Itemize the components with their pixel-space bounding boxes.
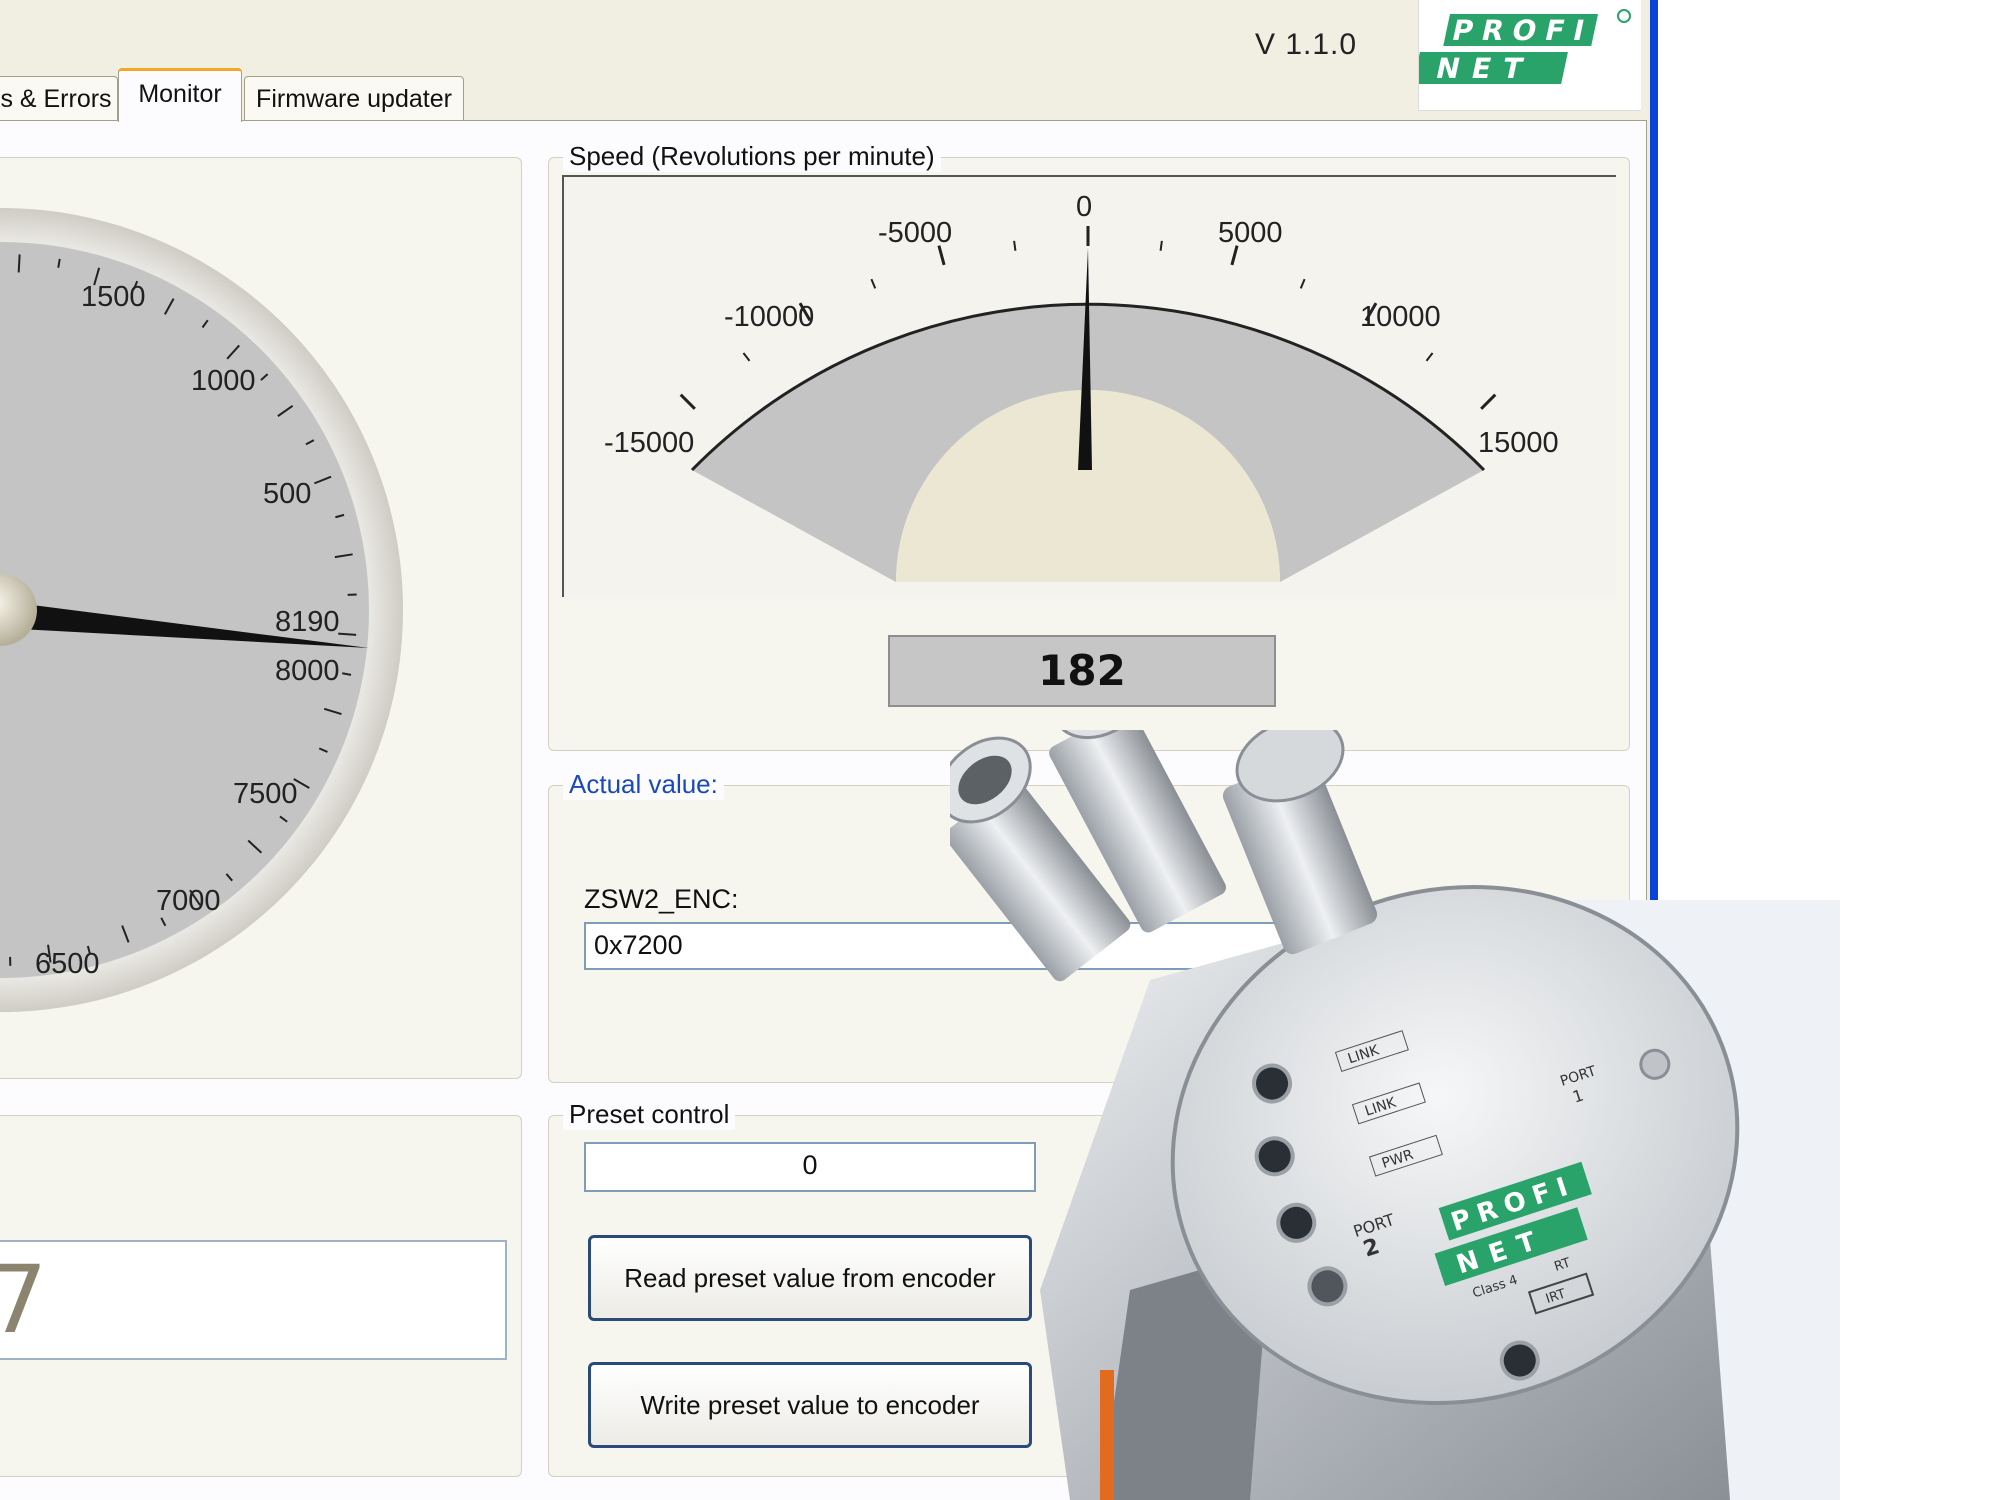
speed-tick-label-minus-10000: -10000 — [724, 301, 814, 333]
speed-gauge-tick — [679, 393, 696, 410]
preset-control-title: Preset control — [563, 1099, 736, 1130]
position-readout-value: 07 — [0, 1246, 48, 1355]
speed-tick-label-minus-5000: -5000 — [878, 217, 952, 249]
zsw2-enc-label: ZSW2_ENC: — [584, 884, 739, 914]
speed-gauge-tick — [1480, 393, 1497, 410]
tab-monitor[interactable]: Monitor — [118, 68, 242, 122]
speed-tick-label-minus-15000: -15000 — [604, 427, 694, 459]
speed-tick-label-10000: 10000 — [1360, 301, 1441, 333]
speed-gauge-tick — [1299, 278, 1306, 289]
speed-tick-label-5000: 5000 — [1218, 217, 1283, 249]
position-tick-label-7500: 7500 — [233, 778, 298, 810]
speed-value-display: 182 — [888, 635, 1276, 707]
position-tick-label-7000: 7000 — [156, 885, 221, 917]
speed-tick-label-15000: 15000 — [1478, 427, 1559, 459]
speed-gauge-tick — [1159, 240, 1163, 251]
encoder-device-photo: LINK LINK PWR PORT 2 PORT 1 PROFI NET Cl… — [950, 730, 1840, 1500]
speed-gauge-tick — [742, 352, 751, 362]
speed-gauge: -15000 -10000 -5000 0 5000 10000 15000 — [604, 191, 1559, 582]
speed-gauge-tick — [1425, 352, 1434, 362]
position-readout-field: 07 — [0, 1240, 507, 1360]
speed-tick-label-0: 0 — [1076, 191, 1092, 223]
actual-value-title: Actual value: — [563, 769, 724, 800]
speed-gauge-tick — [1013, 240, 1017, 251]
speed-gauge-tick — [870, 278, 877, 289]
position-tick-label-6500: 6500 — [35, 948, 100, 980]
